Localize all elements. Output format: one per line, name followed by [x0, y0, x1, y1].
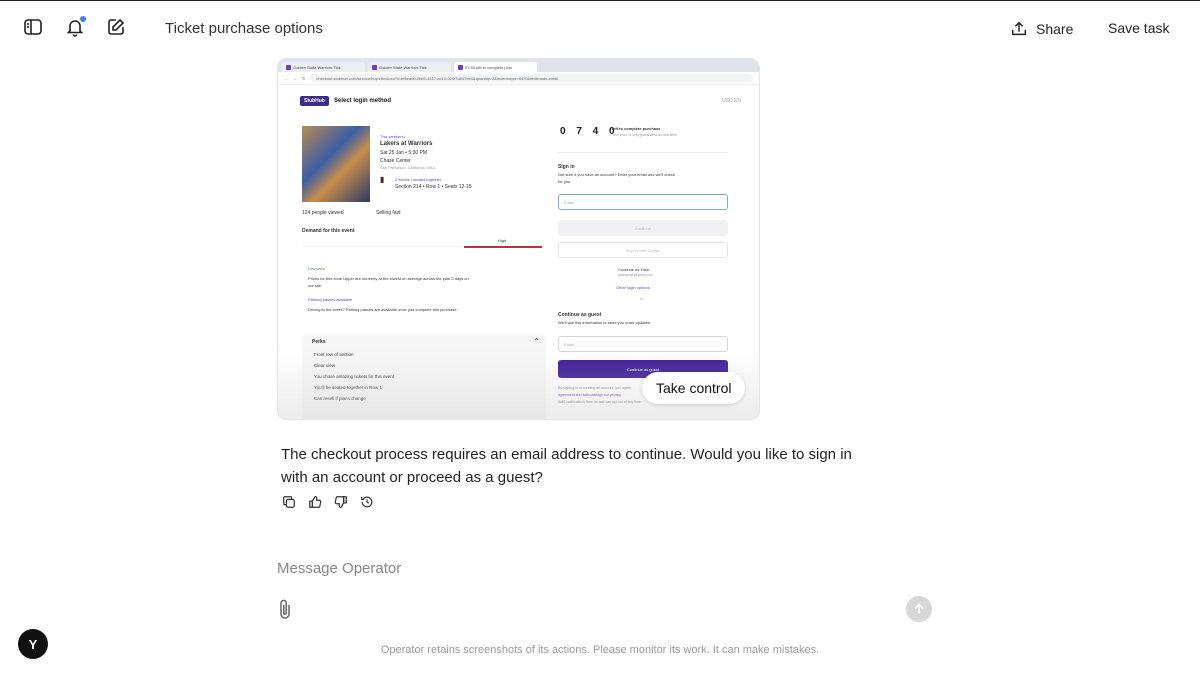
timer-label: left to complete purchase — [612, 126, 661, 131]
demand-label: Demand for this event — [302, 228, 355, 234]
reload-icon: ↻ — [302, 75, 306, 81]
stubhub-favicon-icon — [372, 64, 377, 70]
forward-arrow-icon: → — [293, 75, 297, 81]
assistant-message: The checkout process requires an email a… — [281, 446, 852, 486]
new-task-button[interactable] — [105, 16, 127, 38]
save-task-button[interactable]: Save task — [1108, 20, 1169, 36]
sign-in-heading: Sign in — [558, 164, 575, 170]
share-button[interactable]: Share — [1010, 20, 1073, 38]
continue-as-user: Continue as Yash — [618, 267, 650, 272]
top-border — [0, 0, 1200, 1]
arrow-up-icon — [914, 603, 924, 614]
sidebar-toggle-button[interactable] — [22, 16, 44, 38]
url-text: checkout.stubhub.com/service/buy/checkou… — [310, 74, 753, 82]
paperclip-icon — [280, 599, 290, 619]
demand-bar — [464, 246, 542, 248]
notifications-button[interactable] — [64, 16, 86, 38]
share-label: Share — [1036, 21, 1074, 37]
chevron-up-icon: ⌃ — [533, 337, 540, 346]
history-icon — [360, 496, 372, 507]
user-avatar[interactable]: Y — [18, 629, 48, 659]
seat-info: Section 214 • Row 1 • Seats 12-15 — [395, 184, 472, 190]
sign-in-text-1: Not sure if you have an account? Enter y… — [558, 172, 675, 177]
edit-icon — [108, 18, 125, 35]
browser-tab: Golden State Warriors Tick — [368, 62, 451, 72]
copy-button[interactable] — [281, 494, 296, 509]
attach-button[interactable] — [276, 598, 294, 620]
perks-title: Perks — [312, 339, 326, 345]
copy-icon — [282, 495, 295, 508]
thumbs-down-button[interactable] — [333, 494, 348, 509]
stubhub-favicon-icon — [458, 64, 463, 70]
save-task-label: Save task — [1108, 20, 1170, 36]
event-venue-location: San Francisco, California, USA — [380, 165, 436, 170]
send-button[interactable] — [906, 596, 932, 622]
ticket-note: 2 tickets • seated together — [395, 177, 442, 182]
currency-selector: USD EN — [722, 98, 741, 104]
select-login-heading: Select login method — [334, 98, 392, 104]
google-sign-in-button: Sign in with Google — [558, 242, 728, 258]
message-actions — [281, 494, 374, 509]
event-date: Sat 25 Jan • 5:30 PM — [380, 150, 428, 156]
price-text-line-1: Prices for this zone Upper are currently… — [308, 276, 469, 281]
other-login-options: Other login options — [616, 285, 650, 290]
demand-level: High — [498, 238, 507, 243]
guest-heading: Continue as guest — [558, 312, 602, 318]
selling-fast: Selling fast — [376, 210, 401, 216]
footer-disclaimer: Operator retains screenshots of its acti… — [380, 644, 820, 656]
continue-button: Continue — [558, 220, 728, 236]
low-price-badge: Low price — [308, 266, 326, 271]
thumbs-down-icon — [334, 495, 347, 508]
take-control-button[interactable]: Take control — [642, 372, 746, 404]
back-arrow-icon: ← — [284, 75, 288, 81]
event-title: Lakers at Warriors — [380, 141, 433, 147]
email-field: Email — [558, 194, 728, 210]
browser-tab-active: 07:40 left to complete purc — [454, 62, 537, 72]
price-text-line-2: our site — [308, 283, 322, 288]
timer-sub: Your price is only guaranteed for this t… — [612, 133, 678, 137]
stubhub-favicon-icon — [286, 64, 291, 70]
page-title: Ticket purchase options — [165, 20, 323, 37]
thumbs-up-button[interactable] — [307, 494, 322, 509]
event-venue: Chase Center — [380, 158, 411, 164]
browser-screenshot: Golden State Warriors Tick Golden State … — [278, 59, 759, 419]
sign-in-text-2: for you. — [558, 179, 572, 184]
demand-track — [302, 246, 464, 247]
message-input[interactable]: Message Operator — [277, 560, 401, 577]
or-separator: or — [640, 296, 644, 301]
continue-as-email: yashsingh@gmail.com — [618, 273, 654, 277]
countdown-timer: 0 7 4 0 — [560, 126, 619, 137]
browser-tab-bar: Golden State Warriors Tick Golden State … — [278, 59, 759, 72]
share-icon — [1011, 21, 1027, 36]
stubhub-logo: StubHub — [300, 96, 329, 106]
ticket-icon: ▮ — [380, 175, 385, 184]
viewed-count: 124 people viewed — [302, 210, 344, 216]
browser-tab: Golden State Warriors Tick — [282, 62, 365, 72]
parking-link: Parking passes available — [308, 297, 353, 302]
event-tag: This weekend — [380, 134, 405, 139]
notification-dot — [80, 16, 86, 22]
thumbs-up-icon — [308, 495, 321, 508]
history-button[interactable] — [359, 494, 374, 509]
divider — [558, 152, 728, 153]
event-image — [302, 126, 370, 202]
guest-text: We'll use this information to send you o… — [558, 320, 651, 325]
sidebar-icon — [24, 19, 42, 35]
parking-text: Driving to the event? Parking passes are… — [308, 307, 458, 312]
